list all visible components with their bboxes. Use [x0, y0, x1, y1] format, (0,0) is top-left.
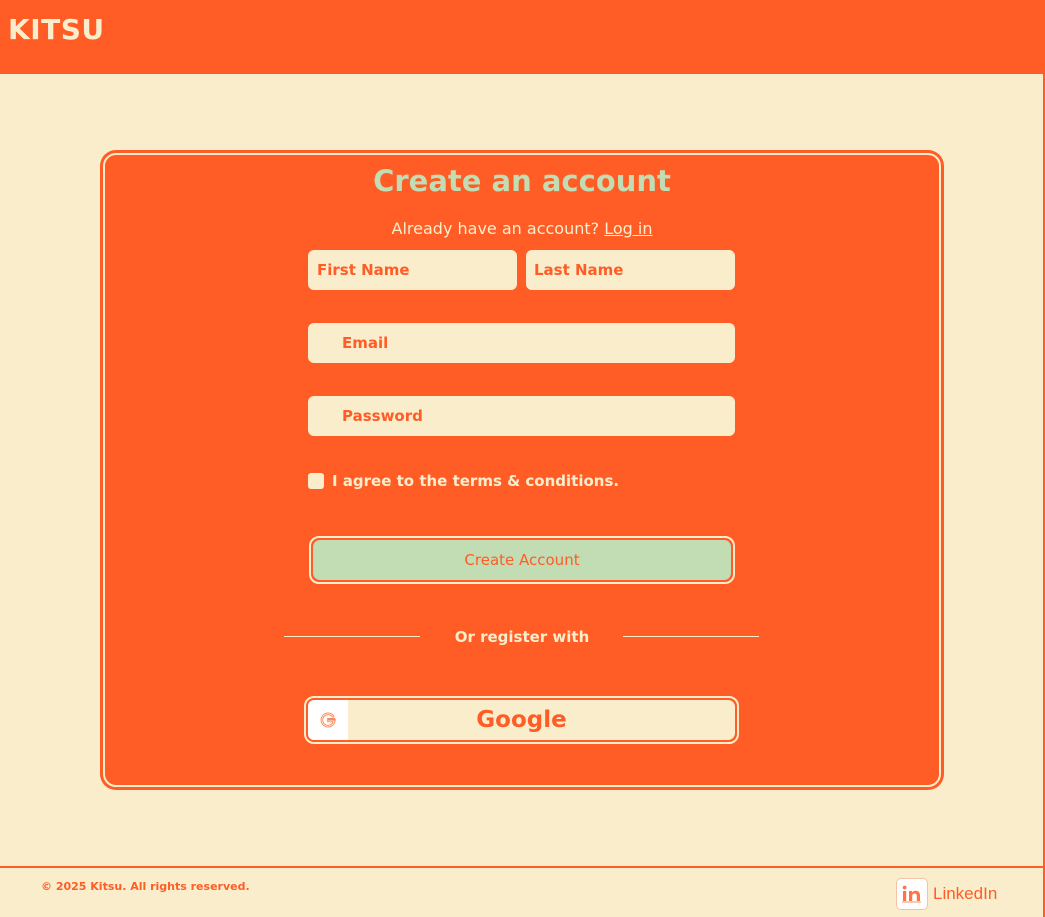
divider-text: Or register with — [454, 628, 590, 646]
email-field[interactable] — [308, 323, 735, 363]
google-register-button[interactable]: Google — [304, 696, 739, 744]
card-inner-border — [103, 153, 941, 787]
brand-logo[interactable]: KITSU — [8, 13, 105, 46]
first-name-input[interactable] — [317, 250, 517, 290]
divider-line-right — [623, 636, 759, 637]
create-account-button[interactable]: Create Account — [309, 536, 735, 584]
first-name-field[interactable] — [308, 250, 517, 290]
terms-label[interactable]: I agree to the terms & conditions. — [332, 472, 619, 490]
google-label: Google — [476, 707, 567, 733]
password-input[interactable] — [342, 396, 735, 436]
terms-row: I agree to the terms & conditions. — [308, 472, 619, 490]
login-prompt: Already have an account? Log in — [100, 219, 944, 238]
create-account-label: Create Account — [313, 540, 731, 580]
last-name-field[interactable] — [526, 250, 735, 290]
top-bar: KITSU — [0, 0, 1043, 74]
login-prompt-text: Already have an account? — [391, 219, 600, 238]
google-icon — [308, 700, 348, 740]
last-name-input[interactable] — [534, 250, 735, 290]
email-input[interactable] — [342, 323, 735, 363]
login-link[interactable]: Log in — [604, 219, 652, 238]
google-button-face: Google — [308, 700, 735, 740]
signup-card: Create an account Already have an accoun… — [100, 150, 944, 790]
footer: © 2025 Kitsu. All rights reserved. Linke… — [0, 866, 1043, 917]
linkedin-label: LinkedIn — [933, 884, 998, 903]
password-field[interactable] — [308, 396, 735, 436]
linkedin-icon — [896, 878, 928, 910]
copyright-text: © 2025 Kitsu. All rights reserved. — [41, 880, 250, 893]
terms-checkbox[interactable] — [308, 473, 324, 489]
linkedin-link[interactable]: LinkedIn — [896, 878, 997, 910]
page-title: Create an account — [373, 164, 671, 198]
